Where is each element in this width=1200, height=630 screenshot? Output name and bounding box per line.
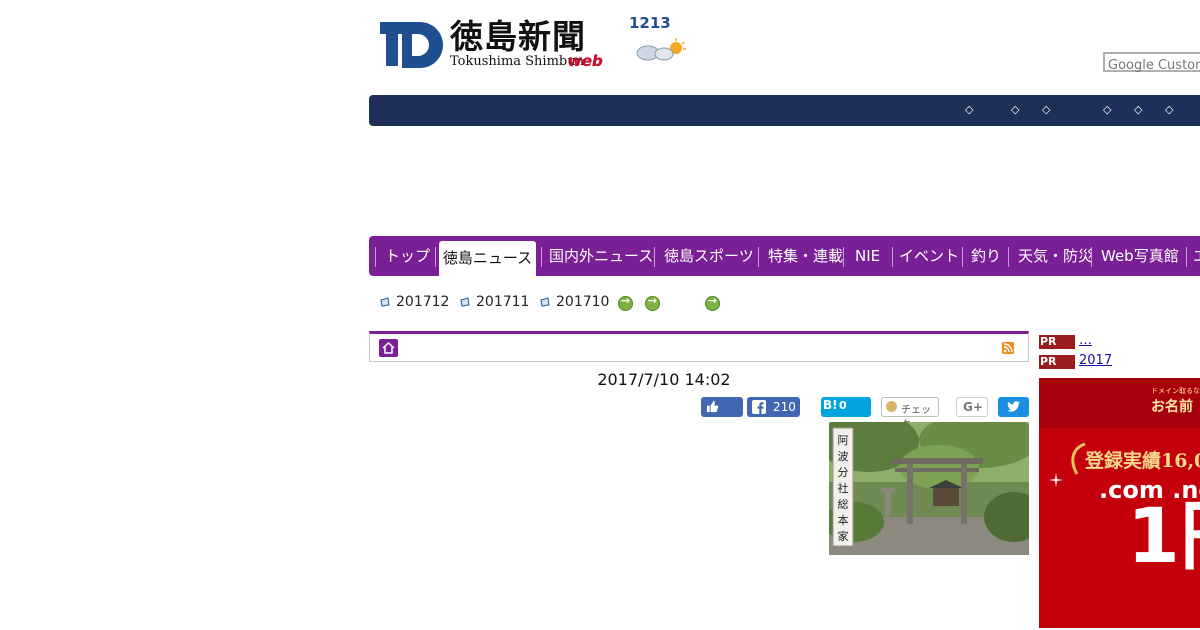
mixi-icon [886, 401, 897, 412]
photo-sign-char: 分 [838, 466, 849, 479]
ad-record: 登録実績16,000 [1085, 450, 1200, 472]
td-logo-mark-icon [380, 22, 443, 68]
photo-sign-char: 本 [838, 513, 849, 527]
site-logo[interactable]: 徳島新聞 Tokushima Shimbun web [378, 14, 608, 74]
photo-sign-char: 阿 [838, 434, 849, 447]
nav-separator [892, 247, 893, 267]
home-icon[interactable] [379, 339, 398, 357]
nav-separator [375, 247, 376, 267]
arrow-right-icon[interactable] [705, 294, 720, 311]
tab-tokushima-sports[interactable]: 徳島スポーツ [664, 236, 754, 276]
photo-sign-char: 家 [838, 529, 849, 543]
tab-fishing[interactable]: 釣り [971, 236, 1001, 276]
arrow-right-icon[interactable] [645, 294, 660, 311]
page-icon [540, 297, 550, 307]
thumbs-up-icon [706, 400, 719, 413]
article-photo[interactable]: 阿 波 分 社 総 本 家 [829, 422, 1029, 555]
hatena-count: 0 [839, 399, 847, 412]
tab-nie[interactable]: NIE [855, 236, 880, 276]
nav-diamond-icon[interactable]: ◇ [1042, 103, 1050, 116]
arrow-right-icon[interactable] [618, 294, 633, 311]
pr-link[interactable]: 2017 [1079, 353, 1112, 368]
hatena-bookmark-icon: B! [823, 398, 838, 412]
nav-diamond-icon[interactable]: ◇ [1134, 103, 1142, 116]
archive-label: 201712 [396, 294, 450, 310]
facebook-icon [752, 400, 766, 414]
tab-top[interactable]: トップ [385, 236, 430, 276]
article-date: 2017/7/10 14:02 [597, 370, 731, 389]
twitter-button[interactable] [998, 397, 1029, 417]
search-field[interactable] [1103, 52, 1200, 74]
nav-separator [1008, 247, 1009, 267]
tab-more[interactable]: エ [1193, 236, 1200, 276]
tab-tokushima-news[interactable]: 徳島ニュース [439, 241, 536, 278]
breadcrumb-bar [369, 331, 1029, 362]
ad-brand: お名前 [1151, 399, 1193, 415]
rss-icon[interactable] [1002, 342, 1014, 354]
photo-sign-char: 波 [838, 450, 849, 463]
nav-separator [541, 247, 542, 267]
facebook-share-count: 210 [773, 400, 796, 414]
google-plus-icon: G+ [963, 400, 983, 414]
tab-domestic-international-news[interactable]: 国内外ニュース [549, 236, 653, 276]
tab-weather-disaster[interactable]: 天気・防災 [1018, 236, 1093, 276]
nav-separator [1091, 247, 1092, 267]
facebook-share-button[interactable]: 210 [747, 397, 800, 417]
logo-title: 徳島新聞 [450, 17, 586, 56]
twitter-bird-icon [1007, 401, 1020, 412]
nav-diamond-icon[interactable]: ◇ [965, 103, 973, 116]
ad-banner[interactable]: ドメイン取るなら お名前 登録実績16,000 .com .net 1円 [1039, 378, 1200, 628]
nav-diamond-icon[interactable]: ◇ [1165, 103, 1173, 116]
logo-web-mark: web [568, 52, 603, 70]
nav-separator [758, 247, 759, 267]
photo-sign-char: 総 [838, 497, 849, 511]
nav-separator [843, 247, 844, 267]
tab-web-photo[interactable]: Web写真館 [1101, 236, 1179, 276]
archive-label: 201711 [476, 294, 530, 310]
sparkle-icon [1049, 473, 1063, 487]
archive-link-201711[interactable]: 201711 [460, 294, 529, 310]
pr-badge: PR [1039, 335, 1075, 349]
mixi-check-button[interactable]: チェック [881, 397, 939, 431]
facebook-like-button[interactable] [701, 397, 743, 417]
page-icon [460, 297, 470, 307]
photo-sign-char: 社 [838, 481, 849, 495]
top-utility-nav: ◇ ◇ ◇ ◇ ◇ ◇ [369, 95, 1200, 126]
nav-separator [1186, 247, 1187, 267]
nav-separator [654, 247, 655, 267]
pr-link[interactable]: … [1079, 333, 1092, 348]
tab-features[interactable]: 特集・連載 [768, 236, 843, 276]
nav-separator [435, 247, 436, 267]
nav-diamond-icon[interactable]: ◇ [1103, 103, 1111, 116]
search-input[interactable] [1105, 57, 1200, 74]
logo-subtitle: Tokushima Shimbun [450, 54, 584, 69]
archive-link-201712[interactable]: 201712 [380, 294, 449, 310]
nav-diamond-icon[interactable]: ◇ [1011, 103, 1019, 116]
nav-separator [962, 247, 963, 267]
archive-label: 201710 [556, 294, 610, 310]
page-icon [380, 297, 390, 307]
main-nav: トップ 徳島ニュース 国内外ニュース 徳島スポーツ 特集・連載 NIE イベント… [369, 236, 1200, 278]
pr-badge: PR [1039, 355, 1075, 369]
ad-price: 1円 [1127, 491, 1200, 580]
archive-link-201710[interactable]: 201710 [540, 294, 609, 310]
cloud-sun-icon [636, 38, 686, 61]
hatena-bookmark-button[interactable]: B! 0 [821, 397, 871, 417]
ad-tagline: ドメイン取るなら [1151, 387, 1200, 395]
tab-events[interactable]: イベント [899, 236, 959, 276]
weather-date: 1213 [629, 14, 671, 32]
google-plus-button[interactable]: G+ [956, 397, 988, 417]
